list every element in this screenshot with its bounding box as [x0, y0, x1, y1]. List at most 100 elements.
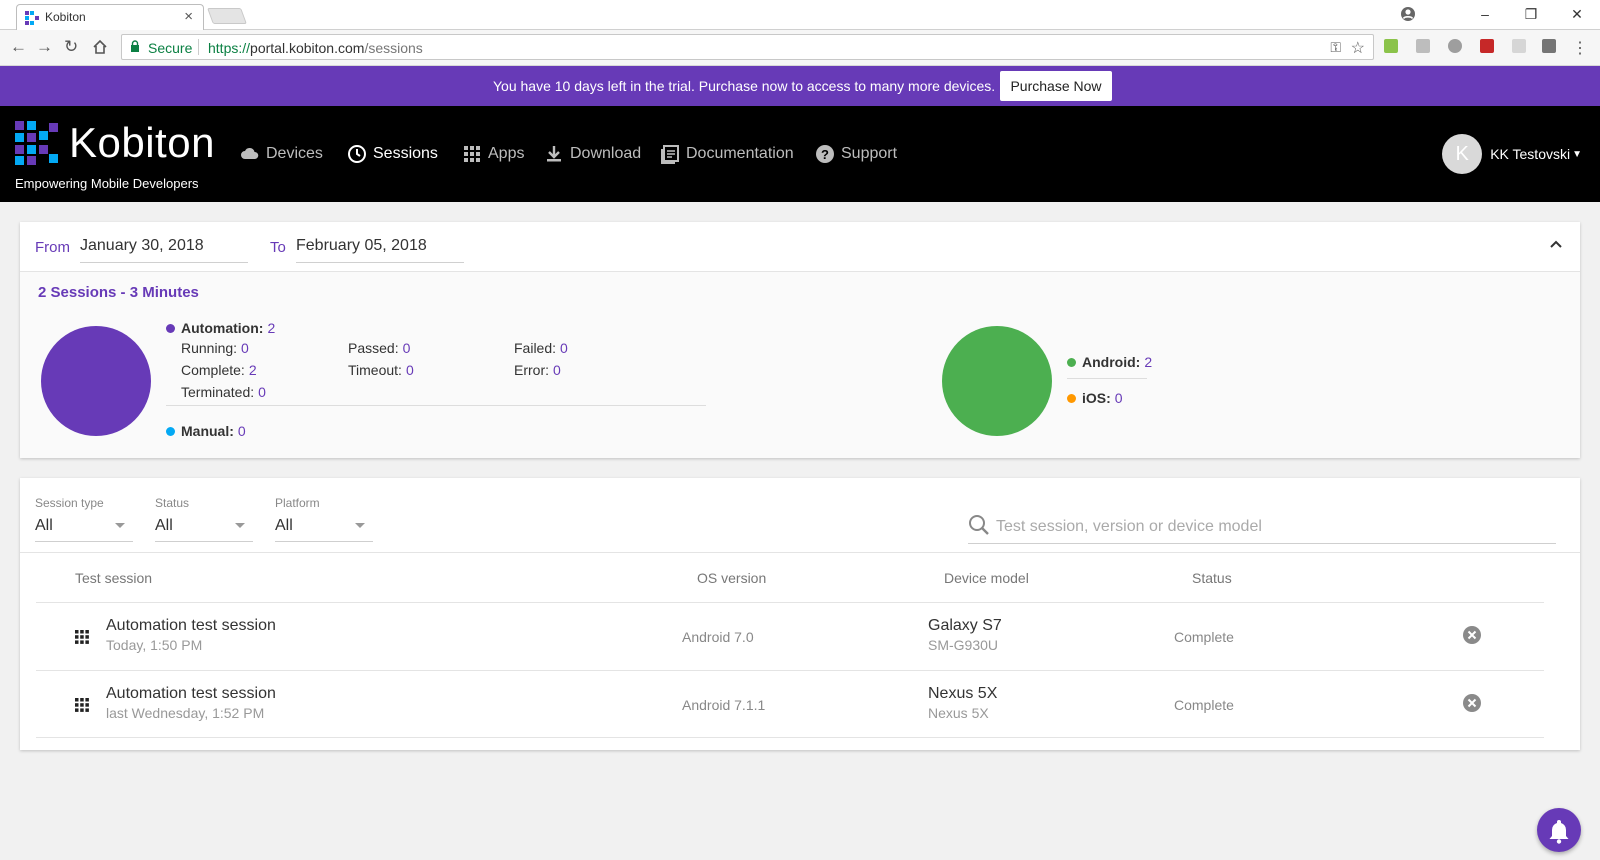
- session-name[interactable]: Automation test session: [106, 685, 276, 703]
- remove-circle-icon[interactable]: [1462, 693, 1482, 713]
- clock-icon: [348, 145, 366, 163]
- session-type-filter[interactable]: Session type All: [35, 496, 133, 542]
- forward-icon[interactable]: →: [36, 37, 53, 57]
- nav-label: Download: [570, 145, 642, 162]
- user-menu[interactable]: K KK Testovski ▼: [1442, 134, 1582, 174]
- lock-icon: [131, 40, 139, 52]
- nav-documentation[interactable]: Documentation: [660, 142, 794, 166]
- status-filter[interactable]: Status All: [155, 496, 253, 542]
- search-input[interactable]: Test session, version or device model: [996, 518, 1262, 536]
- app-header: Kobiton Empowering Mobile Developers Dev…: [0, 106, 1600, 202]
- session-time: last Wednesday, 1:52 PM: [106, 705, 265, 721]
- session-status: Complete: [1174, 629, 1234, 645]
- session-search[interactable]: Test session, version or device model: [968, 514, 1556, 544]
- kobiton-logo-mark-icon: [15, 121, 58, 165]
- bell-icon: [1549, 820, 1569, 844]
- apps-grid-icon: [75, 698, 89, 712]
- error-stat: Error: 0: [514, 362, 561, 378]
- new-tab-button[interactable]: [207, 8, 247, 24]
- apps-grid-icon: [75, 630, 89, 644]
- session-name[interactable]: Automation test session: [106, 617, 276, 635]
- svg-text:?: ?: [821, 147, 829, 162]
- browser-menu-icon[interactable]: ⋮: [1572, 38, 1588, 58]
- purchase-now-button[interactable]: Purchase Now: [1000, 71, 1112, 101]
- extension-icon[interactable]: [1542, 39, 1556, 53]
- to-date-field[interactable]: February 05, 2018: [296, 237, 464, 263]
- nav-label: Documentation: [686, 145, 794, 162]
- extension-icon[interactable]: [1448, 39, 1462, 53]
- summary-title: 2 Sessions - 3 Minutes: [38, 284, 199, 301]
- extension-icon[interactable]: [1416, 39, 1430, 53]
- from-label: From: [35, 239, 70, 256]
- browser-tab[interactable]: Kobiton ×: [16, 4, 204, 30]
- device-model: Galaxy S7: [928, 617, 1002, 634]
- platform-select[interactable]: All: [275, 517, 373, 542]
- from-date-field[interactable]: January 30, 2018: [80, 237, 248, 263]
- sessions-table-card: Session type All Status All Platform All…: [20, 478, 1580, 750]
- window-controls: ‒ ❐ ✕: [1462, 0, 1600, 28]
- filter-label: Session type: [35, 496, 104, 510]
- nav-download[interactable]: Download: [544, 142, 641, 166]
- nav-label: Apps: [488, 145, 525, 162]
- passed-stat: Passed: 0: [348, 340, 411, 356]
- minimize-button[interactable]: ‒: [1462, 6, 1508, 22]
- date-range-bar: From January 30, 2018 To February 05, 20…: [20, 222, 1580, 272]
- tab-title: Kobiton: [45, 10, 86, 24]
- trial-banner: You have 10 days left in the trial. Purc…: [0, 66, 1600, 106]
- os-version: Android 7.0: [682, 629, 754, 645]
- table-row[interactable]: Automation test session last Wednesday, …: [36, 670, 1544, 738]
- platform-divider: [1067, 378, 1147, 379]
- omnibox-separator: [198, 39, 199, 55]
- nav-label: Devices: [266, 145, 323, 162]
- chevron-up-icon[interactable]: [1548, 236, 1564, 252]
- bookmark-star-icon[interactable]: ☆: [1351, 38, 1365, 58]
- caret-down-icon: ▼: [1572, 148, 1582, 160]
- brand-tagline: Empowering Mobile Developers: [15, 176, 199, 191]
- status-select[interactable]: All: [155, 517, 253, 542]
- header-os-version[interactable]: OS version: [697, 570, 766, 586]
- extension-icon[interactable]: [1512, 39, 1526, 53]
- platform-filter[interactable]: Platform All: [275, 496, 373, 542]
- timeout-stat: Timeout: 0: [348, 362, 414, 378]
- search-icon: [969, 515, 989, 535]
- nav-support[interactable]: ? Support: [815, 142, 897, 166]
- nav-devices[interactable]: Devices: [240, 142, 323, 166]
- table-divider: [20, 552, 1580, 553]
- trial-message: You have 10 days left in the trial. Purc…: [493, 78, 996, 94]
- browser-toolbar: ← → ↻ Secure https://portal.kobiton.com/…: [0, 30, 1600, 66]
- nav-apps[interactable]: Apps: [462, 142, 524, 166]
- table-row[interactable]: Automation test session Today, 1:50 PM A…: [36, 602, 1544, 670]
- complete-stat: Complete: 2: [181, 362, 257, 378]
- running-stat: Running: 0: [181, 340, 249, 356]
- manual-dot: [166, 427, 175, 436]
- header-status[interactable]: Status: [1192, 570, 1232, 586]
- tab-close-icon[interactable]: ×: [184, 8, 193, 25]
- restore-button[interactable]: ❐: [1508, 6, 1554, 23]
- reload-icon[interactable]: ↻: [64, 37, 78, 57]
- home-icon[interactable]: [92, 39, 108, 55]
- manual-stat: Manual: 0: [166, 423, 246, 439]
- header-test-session[interactable]: Test session: [75, 570, 152, 586]
- dropdown-caret-icon: [355, 523, 365, 528]
- avatar: K: [1442, 134, 1483, 174]
- nav-sessions[interactable]: Sessions: [347, 142, 438, 166]
- terminated-stat: Terminated: 0: [181, 384, 266, 400]
- notifications-button[interactable]: [1537, 808, 1581, 852]
- profile-icon[interactable]: [1400, 6, 1416, 22]
- help-icon: ?: [816, 145, 834, 163]
- address-bar[interactable]: Secure https://portal.kobiton.com/sessio…: [121, 34, 1374, 60]
- automation-stat: Automation: 2: [166, 320, 275, 336]
- extension-icon[interactable]: [1480, 39, 1494, 53]
- os-version: Android 7.1.1: [682, 697, 766, 713]
- back-icon[interactable]: ←: [10, 37, 27, 57]
- document-icon: [661, 145, 679, 164]
- device-code: Nexus 5X: [928, 705, 989, 721]
- remove-circle-icon[interactable]: [1462, 625, 1482, 645]
- session-type-select[interactable]: All: [35, 517, 133, 542]
- close-window-button[interactable]: ✕: [1554, 6, 1600, 23]
- extension-icon[interactable]: [1384, 39, 1398, 53]
- secure-label: Secure: [148, 40, 193, 56]
- dropdown-caret-icon: [235, 523, 245, 528]
- header-device-model[interactable]: Device model: [944, 570, 1029, 586]
- key-icon[interactable]: ⚿: [1330, 39, 1341, 56]
